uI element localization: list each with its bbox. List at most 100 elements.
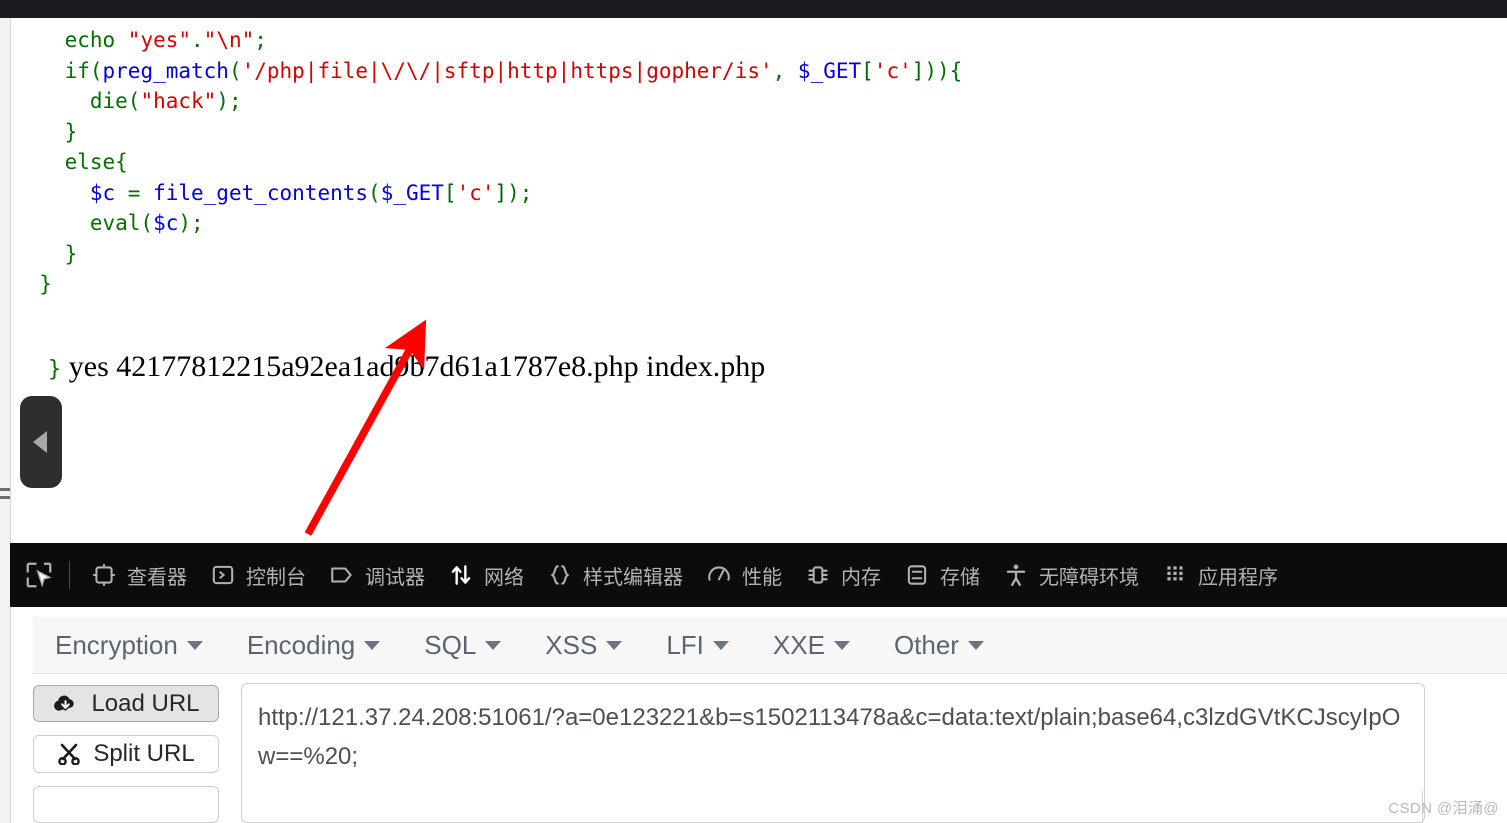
- code-line: echo "yes"."\n";: [14, 28, 267, 52]
- code-token: [: [443, 180, 457, 205]
- devtools-tab-accessibility[interactable]: 无障碍环境: [991, 543, 1150, 607]
- menu-label: SQL: [424, 629, 477, 660]
- split-url-button[interactable]: Split URL: [33, 735, 219, 773]
- code-token: (: [228, 58, 242, 83]
- php-source-code: echo "yes"."\n"; if(preg_match('/php|fil…: [14, 25, 962, 300]
- devtools-tab-application[interactable]: 应用程序: [1150, 543, 1289, 607]
- devtools-left-rail: [0, 543, 10, 607]
- page-content-area: echo "yes"."\n"; if(preg_match('/php|fil…: [0, 18, 1507, 543]
- debugger-icon: [328, 561, 356, 589]
- hackbar-menu-bar: Encryption Encoding SQL XSS LFI XXE Othe…: [33, 617, 1507, 674]
- chevron-down-icon: [606, 640, 623, 650]
- code-token: )){: [924, 58, 963, 83]
- hackbar-menu-encryption[interactable]: Encryption: [33, 619, 225, 671]
- devtools-tab-network[interactable]: 网络: [436, 543, 535, 607]
- tab-label: 存储: [940, 566, 980, 589]
- code-token: file_get_contents: [153, 180, 369, 205]
- hackbar-menu-lfi[interactable]: LFI: [644, 619, 751, 671]
- tab-label: 应用程序: [1198, 566, 1278, 589]
- devtools-tab-storage[interactable]: 存储: [892, 543, 991, 607]
- chevron-down-icon: [833, 640, 850, 650]
- cloud-download-icon: [52, 693, 79, 714]
- code-token: );: [216, 89, 242, 113]
- load-url-button[interactable]: Load URL: [33, 685, 219, 723]
- chevron-down-icon: [485, 640, 502, 650]
- code-token: "\n": [203, 28, 255, 52]
- code-line: if(preg_match('/php|file|\/\/|sftp|http|…: [14, 58, 963, 83]
- code-line: }: [14, 272, 52, 296]
- code-token: (: [368, 180, 381, 205]
- menu-label: XSS: [545, 629, 598, 660]
- code-token: .: [191, 28, 204, 52]
- code-token: echo: [64, 28, 128, 52]
- memory-icon: [804, 561, 832, 589]
- hackbar-main-row: Load URL Split URL http://121.37.24.208:…: [33, 683, 1507, 823]
- accessibility-icon: [1002, 561, 1030, 589]
- hackbar-action-buttons: Load URL Split URL: [33, 683, 219, 823]
- performance-icon: [705, 561, 733, 589]
- code-token: preg_match: [102, 58, 229, 83]
- hackbar-left-rail: [0, 607, 11, 823]
- button-label: Load URL: [91, 689, 200, 717]
- sidebar-collapse-handle[interactable]: [20, 396, 62, 488]
- console-icon: [209, 561, 237, 589]
- devtools-tab-inspector[interactable]: 查看器: [79, 543, 198, 607]
- code-token: else{: [64, 150, 128, 174]
- scrollbar-mark: [0, 488, 10, 491]
- toolbar-divider: [69, 561, 70, 589]
- code-token: ]: [911, 58, 925, 83]
- menu-label: XXE: [772, 629, 825, 660]
- code-line: else{: [14, 150, 128, 174]
- hackbar-menu-xxe[interactable]: XXE: [751, 619, 872, 671]
- code-token: ]: [494, 180, 508, 205]
- execute-button[interactable]: [33, 785, 219, 823]
- tab-label: 网络: [484, 566, 524, 589]
- devtools-tab-style-editor[interactable]: 样式编辑器: [535, 543, 694, 607]
- code-token: die(: [89, 89, 141, 113]
- hackbar-menu-encoding[interactable]: Encoding: [225, 619, 402, 671]
- hackbar-menu-xss[interactable]: XSS: [523, 619, 644, 671]
- url-input[interactable]: http://121.37.24.208:51061/?a=0e123221&b…: [241, 683, 1425, 823]
- closing-brace: }: [48, 357, 62, 382]
- code-token: "yes": [127, 28, 192, 52]
- code-token: ,: [772, 58, 798, 83]
- code-token: $c: [89, 180, 116, 205]
- tab-label: 调试器: [365, 566, 425, 589]
- chevron-down-icon: [364, 640, 381, 650]
- code-token: if(: [64, 58, 103, 83]
- devtools-tab-memory[interactable]: 内存: [793, 543, 892, 607]
- hackbar-menu-sql[interactable]: SQL: [402, 619, 523, 671]
- code-token: }: [39, 272, 52, 296]
- code-token: );: [507, 180, 533, 205]
- storage-icon: [903, 561, 931, 589]
- devtools-tab-console[interactable]: 控制台: [198, 543, 317, 607]
- devtools-tabs: 查看器 控制台 调试器 网络 样式编辑器 性能 内存 存储 无障碍环境 应用程序: [10, 543, 1507, 607]
- code-line: }: [14, 119, 78, 144]
- menu-label: LFI: [666, 629, 704, 660]
- code-token: $_GET: [380, 180, 444, 205]
- code-token: eval(: [89, 211, 154, 235]
- menu-label: Other: [893, 629, 959, 660]
- element-picker-button[interactable]: [18, 553, 60, 597]
- php-output-line: } yes 42177812215a92ea1ad9b7d61a1787e8.p…: [18, 316, 765, 418]
- csdn-watermark: CSDN @泪涌@: [1388, 800, 1499, 817]
- code-line: }: [14, 242, 78, 266]
- code-token: '/php|file|\/\/|sftp|http|https|gopher/i…: [241, 58, 773, 83]
- devtools-tab-debugger[interactable]: 调试器: [317, 543, 436, 607]
- tab-label: 内存: [841, 566, 881, 589]
- code-token: }: [64, 119, 78, 144]
- page-scrollbar-track[interactable]: [0, 18, 11, 543]
- inspector-icon: [90, 561, 118, 589]
- triangle-left-icon: [32, 431, 47, 453]
- tab-label: 无障碍环境: [1039, 566, 1139, 589]
- devtools-tab-performance[interactable]: 性能: [694, 543, 793, 607]
- code-line: eval($c);: [14, 211, 204, 235]
- code-token: =: [115, 180, 154, 205]
- chevron-down-icon: [712, 640, 729, 650]
- hackbar-menu-other[interactable]: Other: [872, 619, 1006, 671]
- code-token: ;: [254, 28, 267, 52]
- code-token: $c: [153, 211, 179, 235]
- code-token: $_GET: [797, 58, 862, 83]
- chevron-down-icon: [967, 640, 984, 650]
- style-editor-icon: [546, 561, 574, 589]
